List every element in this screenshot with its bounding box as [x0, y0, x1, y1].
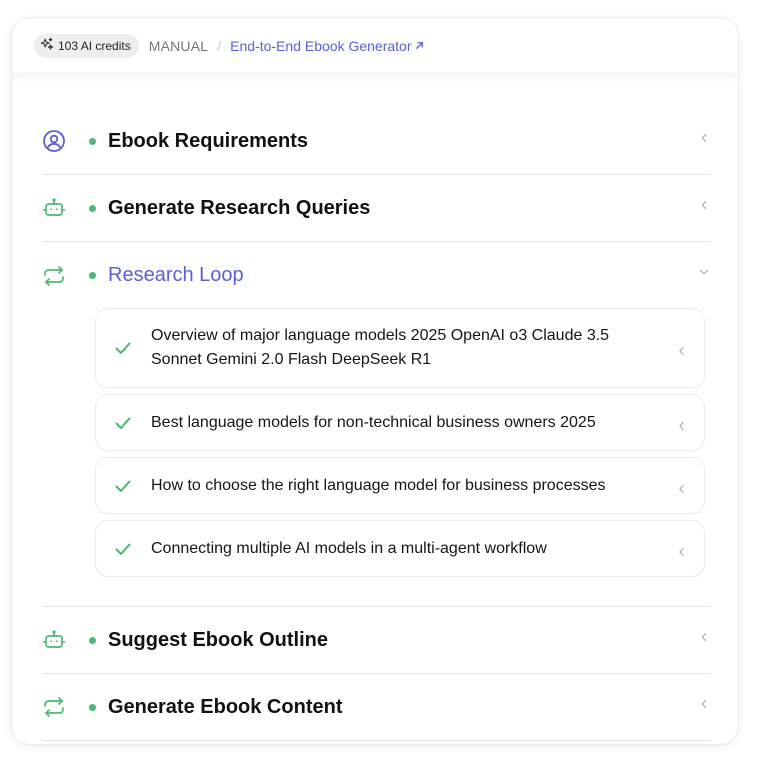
research-item-text: Connecting multiple AI models in a multi…	[151, 539, 547, 557]
status-dot	[89, 272, 96, 279]
step-title: Generate Research Queries	[108, 196, 371, 219]
user-circle-icon	[42, 129, 66, 153]
chevron-down-icon[interactable]	[699, 264, 709, 275]
external-link-icon	[414, 38, 425, 54]
step-title: Suggest Ebook Outline	[108, 628, 329, 651]
step-research-loop-expanded: Research Loop Overview of major language…	[42, 242, 711, 607]
research-item-list: Overview of major language models 2025 O…	[96, 309, 704, 576]
sparkles-icon	[40, 37, 54, 54]
check-icon	[114, 339, 132, 357]
step-ebook-requirements[interactable]: Ebook Requirements	[42, 108, 711, 175]
step-title: Generate Ebook Content	[108, 695, 343, 718]
step-suggest-ebook-outline[interactable]: Suggest Ebook Outline	[42, 607, 711, 674]
check-icon	[114, 477, 132, 495]
step-research-loop[interactable]: Research Loop	[42, 242, 711, 309]
workflow-link-label: End-to-End Ebook Generator	[230, 37, 412, 54]
mode-label: MANUAL	[148, 37, 209, 54]
step-title: Ebook Requirements	[108, 129, 309, 152]
research-item[interactable]: How to choose the right language model f…	[96, 458, 704, 513]
loop-arrows-icon	[42, 695, 66, 719]
step-title: Research Loop	[108, 264, 244, 286]
step-generate-ebook-content[interactable]: Generate Ebook Content	[42, 674, 711, 741]
breadcrumb-separator: /	[217, 37, 222, 54]
check-icon	[114, 540, 132, 558]
robot-icon	[42, 628, 66, 652]
chevron-left-icon[interactable]	[677, 343, 686, 356]
chevron-left-icon[interactable]	[699, 197, 709, 210]
research-item[interactable]: Overview of major language models 2025 O…	[96, 309, 704, 387]
research-item[interactable]: Best language models for non-technical b…	[96, 395, 704, 450]
chevron-left-icon[interactable]	[699, 629, 709, 642]
workflow-link[interactable]: End-to-End Ebook Generator	[230, 38, 424, 54]
workflow-card: 103 AI credits MANUAL / End-to-End Ebook…	[12, 18, 738, 744]
research-item-text: How to choose the right language model f…	[151, 476, 606, 494]
research-item-text: Overview of major language models 2025 O…	[151, 327, 610, 368]
chevron-left-icon[interactable]	[677, 544, 686, 556]
credits-badge[interactable]: 103 AI credits	[34, 33, 139, 58]
chevron-left-icon[interactable]	[677, 418, 686, 430]
robot-icon	[42, 196, 66, 220]
chevron-left-icon[interactable]	[677, 481, 686, 493]
loop-arrows-icon	[42, 264, 66, 288]
research-item[interactable]: Connecting multiple AI models in a multi…	[96, 521, 704, 576]
credits-label: 103 AI credits	[58, 38, 131, 53]
research-item-text: Best language models for non-technical b…	[151, 413, 596, 431]
chevron-left-icon[interactable]	[699, 130, 709, 143]
step-generate-research-queries[interactable]: Generate Research Queries	[42, 175, 711, 242]
status-dot	[89, 636, 96, 644]
status-dot	[89, 204, 96, 212]
workflow-header: 103 AI credits MANUAL / End-to-End Ebook…	[12, 18, 738, 74]
status-dot	[89, 137, 96, 145]
check-icon	[114, 414, 132, 432]
status-dot	[89, 703, 96, 711]
step-list: Ebook Requirements Generate Research Que…	[42, 108, 711, 741]
chevron-left-icon[interactable]	[699, 696, 709, 709]
